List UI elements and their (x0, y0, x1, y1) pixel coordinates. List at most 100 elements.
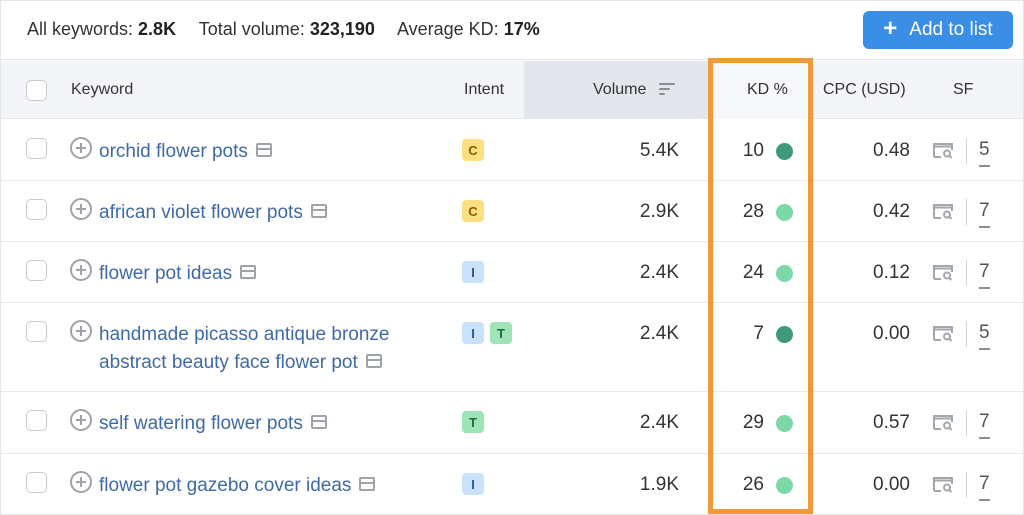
cpc-value: 0.57 (873, 412, 910, 433)
all-keywords-stat: All keywords: 2.8K (27, 19, 177, 39)
row-checkbox[interactable] (26, 410, 47, 431)
all-keywords-value: 2.8K (138, 19, 177, 39)
cpc-value: 0.42 (873, 201, 910, 222)
serp-features-icon[interactable] (932, 142, 954, 159)
intent-badge-i[interactable]: I (462, 473, 484, 495)
serp-features-icon[interactable] (932, 203, 954, 220)
intent-badges: C (462, 200, 484, 222)
sf-count-link[interactable]: 7 (979, 261, 990, 289)
kd-column-header[interactable]: KD % (747, 81, 788, 99)
volume-value: 2.4K (639, 323, 679, 344)
add-keyword-icon[interactable] (70, 409, 92, 431)
keyword-table-panel: All keywords: 2.8K Total volume: 323,190… (0, 0, 1024, 515)
row-checkbox[interactable] (26, 138, 47, 159)
volume-value: 2.4K (639, 412, 679, 433)
intent-badge-t[interactable]: T (462, 411, 484, 433)
table-header: Keyword Intent Volume KD % CPC (USD) SF (1, 61, 1023, 119)
kd-value: 24 (742, 262, 764, 283)
volume-value: 1.9K (639, 474, 679, 495)
kd-value: 28 (742, 201, 764, 222)
plus-icon: + (883, 15, 898, 42)
table-row: self watering flower pots T 2.4K 29 0.57… (1, 392, 1023, 454)
serp-preview-icon[interactable] (365, 353, 382, 368)
serp-features-icon[interactable] (932, 325, 954, 342)
intent-badge-i[interactable]: I (462, 261, 484, 283)
keyword-link[interactable]: flower pot gazebo cover ideas (99, 472, 439, 500)
serp-preview-icon[interactable] (310, 203, 327, 218)
sf-count-link[interactable]: 7 (979, 411, 990, 439)
sf-count-link[interactable]: 5 (979, 139, 990, 167)
row-checkbox[interactable] (26, 199, 47, 220)
sf-count-link[interactable]: 7 (979, 473, 990, 501)
table-row: handmade picasso antique bronze abstract … (1, 303, 1023, 392)
serp-features-icon[interactable] (932, 476, 954, 493)
kd-cell: 24 (713, 262, 793, 284)
table-row: flower pot gazebo cover ideas I 1.9K 26 … (1, 454, 1023, 515)
volume-value: 2.9K (639, 201, 679, 222)
serp-features-icon[interactable] (932, 264, 954, 281)
kd-value: 26 (742, 474, 764, 495)
kd-cell: 26 (713, 474, 793, 496)
total-volume-value: 323,190 (309, 19, 375, 39)
summary-bar: All keywords: 2.8K Total volume: 323,190… (1, 1, 1023, 60)
keyword-link[interactable]: flower pot ideas (99, 260, 439, 288)
intent-badge-t[interactable]: T (490, 322, 512, 344)
cpc-column-header[interactable]: CPC (USD) (823, 81, 906, 99)
sf-count-link[interactable]: 5 (979, 322, 990, 350)
sf-divider (966, 138, 967, 164)
keyword-link[interactable]: orchid flower pots (99, 138, 439, 166)
keyword-link[interactable]: self watering flower pots (99, 410, 439, 438)
volume-value: 5.4K (639, 140, 679, 161)
keyword-line: abstract beauty face flower pot (99, 349, 439, 377)
row-checkbox[interactable] (26, 321, 47, 342)
sf-column-header[interactable]: SF (953, 81, 973, 99)
sf-count-link[interactable]: 7 (979, 200, 990, 228)
volume-column-header[interactable]: Volume (593, 81, 675, 99)
add-keyword-icon[interactable] (70, 471, 92, 493)
intent-column-header[interactable]: Intent (464, 81, 504, 99)
intent-badges: T (462, 411, 484, 433)
add-to-list-button[interactable]: + Add to list (863, 11, 1013, 49)
kd-difficulty-dot (776, 414, 793, 432)
keyword-line: flower pot ideas (99, 260, 439, 288)
row-checkbox[interactable] (26, 260, 47, 281)
table-row: african violet flower pots C 2.9K 28 0.4… (1, 181, 1023, 242)
kd-difficulty-dot (776, 203, 793, 221)
kd-difficulty-dot (776, 142, 793, 160)
cpc-value: 0.48 (873, 140, 910, 161)
intent-badges: I (462, 261, 484, 283)
kd-cell: 29 (713, 412, 793, 434)
kd-difficulty-dot (776, 325, 793, 343)
keyword-link[interactable]: handmade picasso antique bronze abstract … (99, 321, 439, 377)
intent-badge-c[interactable]: C (462, 139, 484, 161)
intent-badge-i[interactable]: I (462, 322, 484, 344)
kd-value: 7 (753, 323, 764, 344)
kd-difficulty-dot (776, 476, 793, 494)
serp-features-icon[interactable] (932, 414, 954, 431)
add-keyword-icon[interactable] (70, 137, 92, 159)
serp-preview-icon[interactable] (240, 264, 257, 279)
kd-cell: 28 (713, 201, 793, 223)
row-checkbox[interactable] (26, 472, 47, 493)
intent-badges: I (462, 473, 484, 495)
summary-stats: All keywords: 2.8K Total volume: 323,190… (27, 19, 558, 40)
serp-preview-icon[interactable] (310, 414, 327, 429)
keyword-line: orchid flower pots (99, 138, 439, 166)
sf-divider (966, 321, 967, 347)
add-keyword-icon[interactable] (70, 259, 92, 281)
add-keyword-icon[interactable] (70, 198, 92, 220)
add-keyword-icon[interactable] (70, 320, 92, 342)
keyword-line: african violet flower pots (99, 199, 439, 227)
sf-divider (966, 410, 967, 436)
serp-preview-icon[interactable] (255, 142, 272, 157)
average-kd-value: 17% (503, 19, 540, 39)
intent-badges: IT (462, 322, 512, 344)
serp-preview-icon[interactable] (359, 476, 376, 491)
keyword-column-header[interactable]: Keyword (71, 81, 133, 99)
intent-badge-c[interactable]: C (462, 200, 484, 222)
cpc-value: 0.12 (873, 262, 910, 283)
select-all-checkbox[interactable] (26, 80, 47, 101)
sort-descending-icon[interactable] (658, 82, 675, 95)
kd-difficulty-dot (776, 264, 793, 282)
keyword-link[interactable]: african violet flower pots (99, 199, 439, 227)
